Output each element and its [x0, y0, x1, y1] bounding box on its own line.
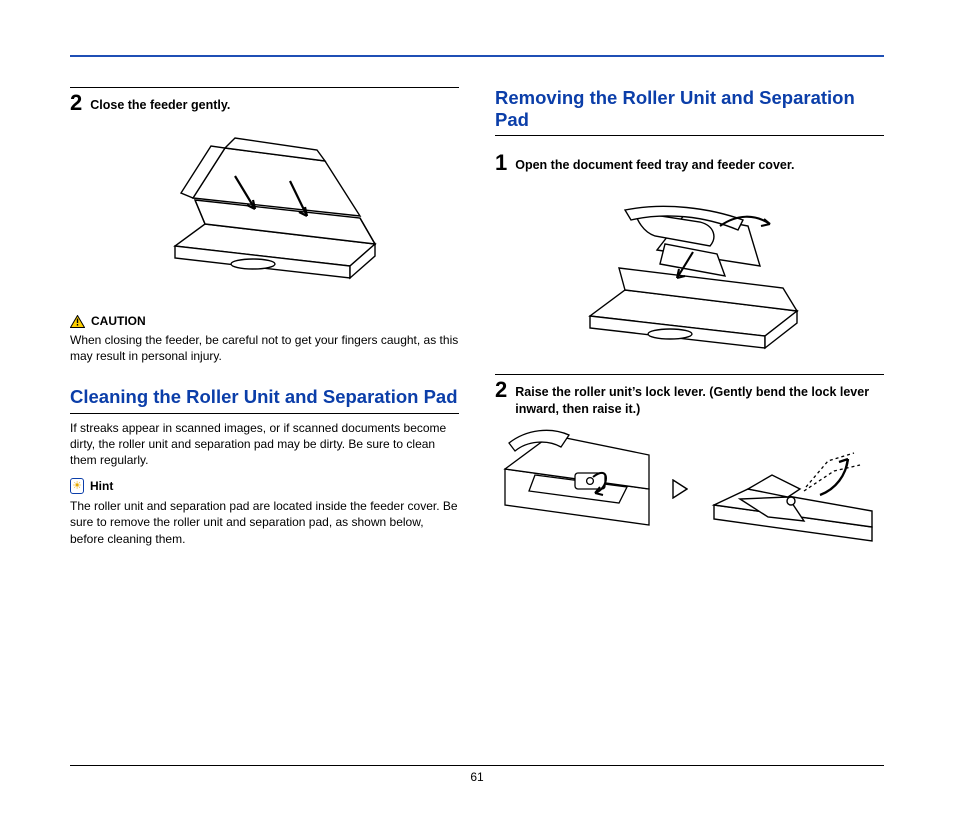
step-number: 2 [495, 379, 507, 401]
step-text: Raise the roller unit’s lock lever. (Gen… [515, 379, 884, 417]
columns: 2 Close the feeder gently. [70, 87, 884, 567]
hint-row: ☀ Hint [70, 478, 459, 494]
manual-page: 2 Close the feeder gently. [0, 0, 954, 818]
scanner-closing-illustration [135, 126, 395, 296]
figure-lock-lever [495, 429, 884, 549]
section-heading-removing: Removing the Roller Unit and Separation … [495, 87, 884, 136]
caution-text: When closing the feeder, be careful not … [70, 332, 459, 364]
caution-label: CAUTION [91, 314, 146, 328]
step-text: Open the document feed tray and feeder c… [515, 152, 794, 173]
left-column: 2 Close the feeder gently. [70, 87, 459, 567]
right-column: Removing the Roller Unit and Separation … [495, 87, 884, 567]
lever-closeup-1 [501, 429, 651, 549]
page-number: 61 [470, 770, 483, 784]
step-row: 2 Raise the roller unit’s lock lever. (G… [495, 374, 884, 417]
page-footer: 61 [70, 765, 884, 784]
step-number: 2 [70, 92, 82, 114]
scanner-open-illustration [565, 186, 815, 356]
lever-closeup-2 [708, 429, 878, 549]
cleaning-intro: If streaks appear in scanned images, or … [70, 420, 459, 469]
step-text: Close the feeder gently. [90, 92, 230, 113]
step-row: 2 Close the feeder gently. [70, 87, 459, 114]
hint-icon: ☀ [70, 478, 84, 494]
figure-open-tray [495, 186, 884, 356]
top-rule [70, 55, 884, 57]
section-heading-cleaning: Cleaning the Roller Unit and Separation … [70, 386, 459, 413]
triangle-right-icon [672, 479, 688, 499]
hint-label: Hint [90, 479, 113, 493]
caution-icon [70, 315, 85, 328]
step-row: 1 Open the document feed tray and feeder… [495, 148, 884, 174]
figure-close-feeder [70, 126, 459, 296]
caution-row: CAUTION [70, 314, 459, 328]
step-number: 1 [495, 152, 507, 174]
hint-text: The roller unit and separation pad are l… [70, 498, 459, 547]
